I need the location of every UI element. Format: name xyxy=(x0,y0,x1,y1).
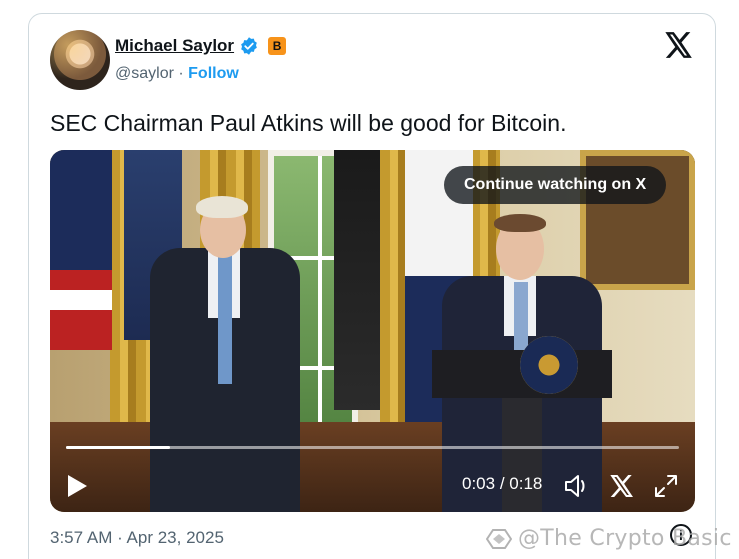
author-handle-row: @saylor · Follow xyxy=(115,65,239,83)
video-player[interactable]: Continue watching on X 0:03 / 0:18 xyxy=(50,150,695,512)
verified-badge-icon xyxy=(241,37,257,55)
continue-watching-button[interactable]: Continue watching on X xyxy=(444,166,667,204)
video-progress-bar[interactable] xyxy=(66,446,679,449)
x-logo-icon[interactable] xyxy=(665,32,693,58)
author-name-row: Michael Saylor B xyxy=(115,36,287,56)
play-icon[interactable] xyxy=(66,474,88,498)
author-handle[interactable]: @saylor xyxy=(115,65,174,82)
volume-icon[interactable] xyxy=(564,474,590,498)
tweet-text: SEC Chairman Paul Atkins will be good fo… xyxy=(50,110,567,136)
duration: 0:18 xyxy=(509,474,543,493)
author-avatar[interactable] xyxy=(50,30,110,90)
presidential-seal xyxy=(520,336,578,394)
separator-dot: · xyxy=(178,65,184,82)
video-time: 0:03 / 0:18 xyxy=(462,474,542,494)
bitcoin-badge-icon: B xyxy=(268,37,287,55)
current-time: 0:03 xyxy=(462,474,496,493)
fullscreen-icon[interactable] xyxy=(654,474,678,498)
x-logo-icon[interactable] xyxy=(610,474,634,498)
watermark-text: @The Crypto Basic xyxy=(518,526,732,551)
author-name[interactable]: Michael Saylor xyxy=(115,36,234,56)
video-progress-fill xyxy=(66,446,171,449)
tweet-card[interactable]: Michael Saylor B @saylor · Follow SEC Ch… xyxy=(28,13,716,559)
time-separator: / xyxy=(495,474,510,493)
follow-button[interactable]: Follow xyxy=(188,65,239,82)
tweet-timestamp[interactable]: 3:57 AM · Apr 23, 2025 xyxy=(50,528,224,548)
video-controls: 0:03 / 0:18 xyxy=(50,452,695,512)
watermark-logo-icon xyxy=(486,528,512,549)
watermark: @The Crypto Basic xyxy=(486,526,732,551)
